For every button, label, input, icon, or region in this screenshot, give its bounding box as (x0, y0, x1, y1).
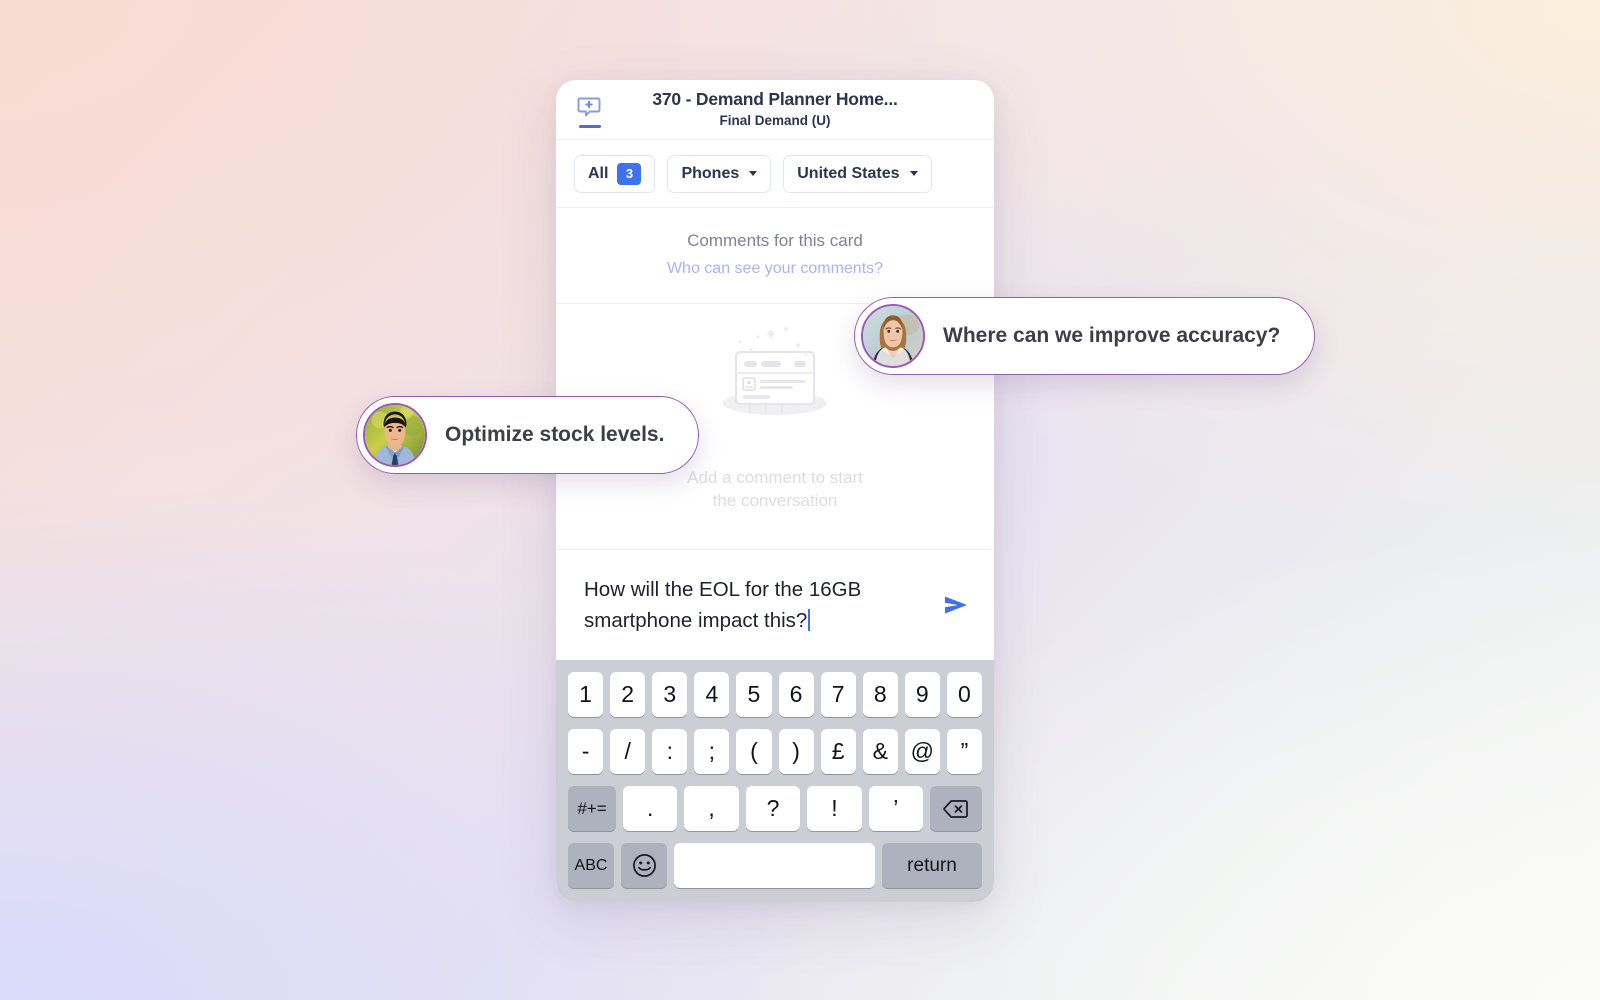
backspace-icon[interactable] (930, 786, 983, 831)
key-apostrophe[interactable]: ’ (868, 786, 924, 831)
key-4[interactable]: 4 (694, 672, 730, 717)
key-colon[interactable]: : (652, 729, 688, 774)
keyboard-row-numbers: 1 2 3 4 5 6 7 8 9 0 (563, 672, 987, 717)
keyboard-row-bottom: ABC return (563, 843, 987, 888)
filter-category-label: Phones (681, 164, 740, 182)
comments-heading: Comments for this card (687, 231, 863, 250)
key-ampersand[interactable]: & (862, 729, 898, 774)
key-2[interactable]: 2 (610, 672, 646, 717)
active-tab-indicator (579, 125, 601, 128)
key-7[interactable]: 7 (820, 672, 856, 717)
key-abc-toggle[interactable]: ABC (568, 843, 614, 888)
filter-region-label: United States (797, 164, 900, 182)
empty-card-illustration (710, 320, 840, 441)
who-can-see-link[interactable]: Who can see your comments? (556, 257, 994, 281)
key-period[interactable]: . (622, 786, 678, 831)
send-arrow-icon[interactable] (936, 585, 976, 625)
comments-banner: Comments for this card Who can see your … (556, 208, 994, 304)
filter-all-count: 3 (617, 162, 642, 185)
key-paren-open[interactable]: ( (736, 729, 772, 774)
key-3[interactable]: 3 (652, 672, 688, 717)
key-pound[interactable]: £ (820, 729, 856, 774)
filter-all-label: All (588, 164, 609, 182)
key-symbols-toggle[interactable]: #+= (567, 786, 616, 831)
woman-avatar (861, 304, 925, 368)
key-at[interactable]: @ (904, 729, 940, 774)
key-question[interactable]: ? (745, 786, 801, 831)
chevron-down-icon (909, 171, 918, 176)
key-9[interactable]: 9 (904, 672, 940, 717)
app-header: 370 - Demand Planner Home... Final Deman… (556, 80, 994, 140)
filter-bar: All 3 Phones United States (556, 140, 994, 208)
add-comment-icon[interactable] (570, 94, 610, 128)
comments-panel: 370 - Demand Planner Home... Final Deman… (556, 80, 994, 902)
filter-chip-all[interactable]: All 3 (574, 154, 656, 193)
key-exclamation[interactable]: ! (807, 786, 862, 831)
keyboard-row-symbols: - / : ; ( ) £ & @ ” (563, 729, 987, 774)
suggestion-bubble-text: Where can we improve accuracy? (943, 324, 1281, 347)
key-8[interactable]: 8 (862, 672, 898, 717)
emoji-icon[interactable] (621, 843, 667, 888)
filter-chip-region[interactable]: United States (783, 154, 932, 193)
on-screen-keyboard: 1 2 3 4 5 6 7 8 9 0 - / : ; ( ) £ & @ ” … (556, 660, 994, 902)
page-title: 370 - Demand Planner Home... (652, 89, 898, 110)
keyboard-row-punctuation: #+= . , ? ! ’ (563, 786, 987, 831)
key-semicolon[interactable]: ; (694, 729, 730, 774)
man-avatar (363, 403, 427, 467)
suggestion-bubble-text: Optimize stock levels. (445, 423, 665, 446)
page-subtitle: Final Demand (U) (719, 113, 831, 129)
key-slash[interactable]: / (610, 729, 646, 774)
suggestion-bubble-accuracy[interactable]: Where can we improve accuracy? (854, 297, 1316, 375)
filter-chip-category[interactable]: Phones (667, 154, 772, 193)
chevron-down-icon (749, 171, 758, 176)
key-6[interactable]: 6 (778, 672, 814, 717)
key-0[interactable]: 0 (946, 672, 982, 717)
empty-state-line-1: Add a comment to start (687, 468, 863, 488)
key-5[interactable]: 5 (736, 672, 772, 717)
key-1[interactable]: 1 (568, 672, 604, 717)
empty-state-text: Add a comment to start the conversation (687, 467, 863, 512)
key-comma[interactable]: , (684, 786, 739, 831)
key-paren-close[interactable]: ) (778, 729, 814, 774)
key-hyphen[interactable]: - (568, 729, 604, 774)
comment-composer: How will the EOL for the 16GB smartphone… (556, 550, 994, 660)
key-return[interactable]: return (882, 843, 982, 888)
text-caret (808, 609, 811, 631)
empty-state-line-2: the conversation (712, 490, 838, 510)
comment-input[interactable]: How will the EOL for the 16GB smartphone… (584, 574, 922, 636)
comment-input-value: How will the EOL for the 16GB smartphone… (584, 577, 862, 632)
key-quote-double[interactable]: ” (946, 729, 982, 774)
key-space[interactable] (674, 843, 875, 888)
suggestion-bubble-stock[interactable]: Optimize stock levels. (356, 396, 700, 474)
